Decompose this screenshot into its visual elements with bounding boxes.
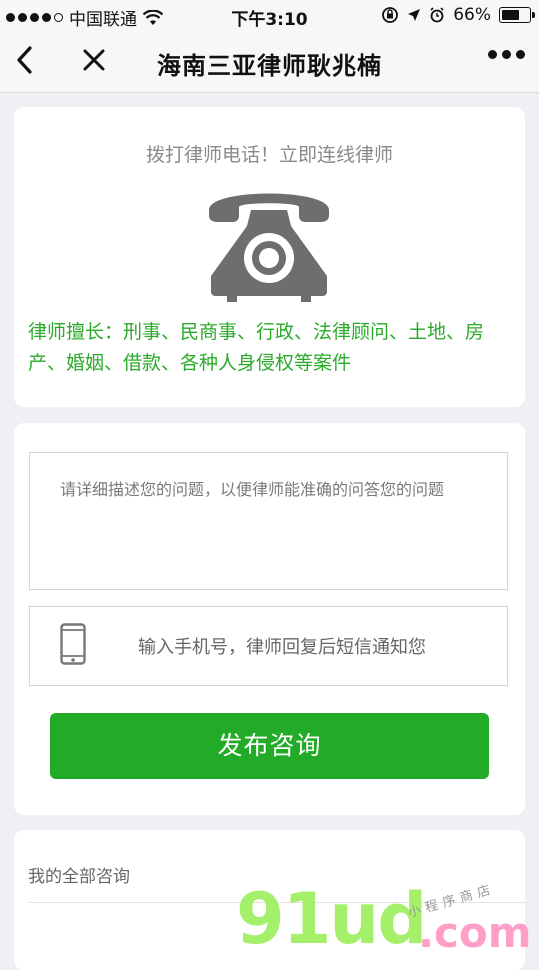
close-icon[interactable] [78,44,110,76]
more-dots-icon[interactable] [488,50,525,59]
navigation-bar: 海南三亚律师耿兆楠 [0,30,539,93]
page-title: 海南三亚律师耿兆楠 [157,52,382,80]
location-arrow-icon [408,9,421,21]
mobile-phone-icon [60,623,86,665]
call-lawyer-card: 拨打律师电话！立即连线律师 律师擅长：刑事、民商事、行政、法律顾问、土地、房产、… [14,107,525,407]
watermark-suffix: .com [418,908,532,957]
watermark-main: 91ud [236,878,427,960]
battery-icon [499,7,535,23]
phone-placeholder: 输入手机号，律师回复后短信通知您 [138,637,426,658]
status-bar: 中国联通 下午3:10 66% [0,0,539,30]
alarm-clock-icon [430,7,444,23]
submit-consultation-button[interactable]: 发布咨询 [50,713,489,779]
rotation-lock-icon [382,7,399,23]
phone-number-field[interactable]: 输入手机号，律师回复后短信通知您 [29,606,508,686]
status-right: 66% [381,5,535,25]
watermark: 91ud .com 小程序商店 [236,878,536,960]
consultation-form-card: 请详细描述您的问题，以便律师能准确的问答您的问题 输入手机号，律师回复后短信通知… [14,423,525,815]
call-prompt-text: 拨打律师电话！立即连线律师 [145,144,393,166]
lawyer-specialty-text: 律师擅长：刑事、民商事、行政、法律顾问、土地、房产、婚姻、借款、各种人身侵权等案… [28,321,485,374]
chevron-left-icon[interactable] [10,42,40,78]
question-textarea[interactable]: 请详细描述您的问题，以便律师能准确的问答您的问题 [29,452,508,590]
battery-percent: 66% [453,5,491,25]
question-placeholder: 请详细描述您的问题，以便律师能准确的问答您的问题 [60,480,445,499]
my-consultations-link[interactable]: 我的全部咨询 [28,862,130,887]
telephone-icon[interactable] [205,180,333,302]
